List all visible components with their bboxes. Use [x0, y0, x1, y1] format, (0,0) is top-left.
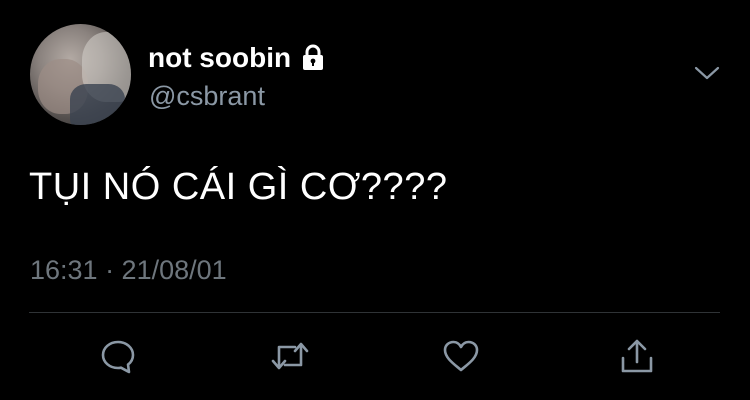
retweet-icon [270, 337, 310, 375]
tweet-text: TỤI NÓ CÁI GÌ CƠ???? [29, 166, 448, 208]
tweet-timestamp[interactable]: 16:31 · 21/08/01 [30, 254, 227, 286]
comment-icon [99, 337, 137, 375]
share-icon [618, 336, 656, 376]
divider [29, 312, 720, 313]
user-handle[interactable]: @csbrant [149, 80, 265, 112]
like-button[interactable] [441, 336, 481, 376]
display-name-row[interactable]: not soobin [148, 42, 327, 74]
display-name[interactable]: not soobin [148, 42, 291, 74]
chevron-down-icon[interactable] [693, 62, 721, 86]
retweet-button[interactable] [270, 336, 310, 376]
avatar[interactable] [30, 24, 131, 125]
reply-button[interactable] [98, 336, 138, 376]
heart-icon [441, 337, 481, 375]
share-button[interactable] [617, 336, 657, 376]
tweet-card: not soobin @csbrant TỤI NÓ CÁI GÌ CƠ????… [0, 0, 750, 400]
lock-icon [299, 44, 327, 72]
avatar-dark-area [70, 84, 125, 125]
